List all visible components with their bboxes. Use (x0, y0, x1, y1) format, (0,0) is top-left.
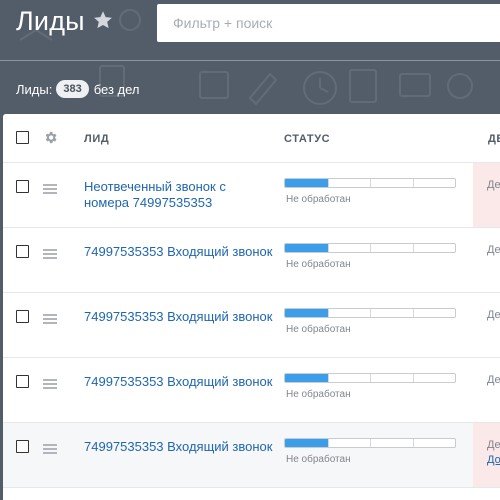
deal-cell: Де (473, 293, 500, 357)
header-divider (0, 60, 500, 61)
status-progress-bar[interactable] (284, 243, 456, 253)
page-header: Лиды Лиды: 383 без дел (0, 0, 500, 110)
drag-handle-icon[interactable] (43, 249, 57, 259)
table-row: 74997535353 Входящий звонок Не обработан… (3, 423, 500, 488)
deal-text: Де (487, 439, 500, 451)
lead-title-link[interactable]: 74997535353 Входящий звонок (84, 374, 274, 390)
deal-cell: Де До (473, 423, 500, 487)
status-text: Не обработан (286, 324, 351, 335)
drag-handle-icon[interactable] (43, 379, 57, 389)
table-row: 74997535353 Входящий звонок Не обработан… (3, 293, 500, 358)
status-text: Не обработан (286, 259, 351, 270)
status-progress-fill (285, 179, 328, 187)
table-row: Неотвеченный звонок с номера 74997535353… (3, 163, 500, 228)
status-text: Не обработан (286, 454, 351, 465)
column-header-deal[interactable]: ДЕ (488, 133, 500, 145)
deal-link[interactable]: До (487, 454, 500, 466)
row-checkbox[interactable] (16, 180, 29, 193)
drag-handle-icon[interactable] (43, 184, 57, 194)
page-title: Лиды (16, 6, 85, 36)
deal-cell: Де (473, 358, 500, 422)
row-checkbox[interactable] (16, 375, 29, 388)
row-checkbox[interactable] (16, 440, 29, 453)
gear-icon[interactable] (43, 130, 58, 145)
status-progress-fill (285, 309, 328, 317)
table-row: 74997535353 Входящий звонок Не обработан… (3, 228, 500, 293)
status-progress-bar[interactable] (284, 373, 456, 383)
status-progress-fill (285, 374, 328, 382)
status-progress-bar[interactable] (284, 178, 456, 188)
column-header-status[interactable]: СТАТУС (284, 133, 330, 145)
status-progress-fill (285, 439, 328, 447)
grid-header: ЛИД СТАТУС ДЕ (3, 114, 500, 163)
status-progress-fill (285, 244, 328, 252)
status-progress-bar[interactable] (284, 438, 456, 448)
status-text: Не обработан (286, 194, 351, 205)
deal-text: Де (487, 244, 500, 256)
drag-handle-icon[interactable] (43, 444, 57, 454)
drag-handle-icon[interactable] (43, 314, 57, 324)
row-checkbox[interactable] (16, 245, 29, 258)
leads-count-suffix[interactable]: без дел (94, 82, 140, 97)
status-text: Не обработан (286, 389, 351, 400)
star-icon[interactable] (92, 9, 114, 31)
deal-cell: Де (473, 228, 500, 292)
lead-title-link[interactable]: 74997535353 Входящий звонок (84, 244, 274, 260)
column-header-lead[interactable]: ЛИД (84, 133, 109, 145)
deal-text: Де (487, 309, 500, 321)
deal-text: Де (487, 374, 500, 386)
row-checkbox[interactable] (16, 310, 29, 323)
status-progress-bar[interactable] (284, 308, 456, 318)
select-all-checkbox[interactable] (16, 131, 29, 144)
lead-title-link[interactable]: Неотвеченный звонок с номера 74997535353 (84, 179, 274, 211)
leads-grid: ЛИД СТАТУС ДЕ Неотвеченный звонок с номе… (3, 114, 500, 500)
search-input[interactable] (157, 4, 500, 42)
leads-counter: Лиды: 383 без дел (16, 79, 140, 99)
deal-cell: Де (473, 163, 500, 227)
leads-count-label: Лиды: (16, 81, 53, 97)
lead-title-link[interactable]: 74997535353 Входящий звонок (84, 309, 274, 325)
leads-count-badge[interactable]: 383 (56, 80, 89, 98)
lead-title-link[interactable]: 74997535353 Входящий звонок (84, 439, 274, 455)
table-row: 74997535353 Входящий звонок Не обработан… (3, 358, 500, 423)
deal-text: Де (487, 179, 500, 191)
